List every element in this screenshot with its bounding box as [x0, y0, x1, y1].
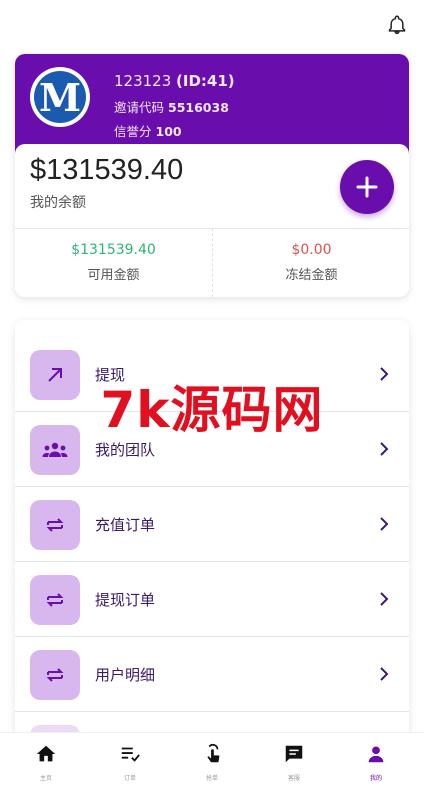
nav-label: 主页 — [39, 775, 52, 782]
frozen-amount: $0.00 — [291, 242, 332, 258]
menu-icon-box — [30, 575, 80, 625]
username: 123123 (ID:41) — [114, 72, 235, 90]
menu-item-label: 用户明细 — [95, 666, 156, 684]
nav-grab-order[interactable]: 抢单 — [170, 743, 254, 782]
nav-label: 抢单 — [205, 775, 218, 782]
nav-home[interactable]: 主页 — [4, 743, 88, 782]
menu-icon-box — [30, 500, 80, 550]
menu-item-label: 充值订单 — [95, 516, 156, 534]
invite-code-label: 邀请代码 — [114, 100, 165, 115]
available-balance: $131539.40 可用金额 — [15, 228, 212, 297]
nav-profile[interactable]: 我的 — [334, 743, 418, 782]
top-bar — [0, 0, 424, 50]
team-icon — [42, 442, 68, 457]
invite-code-row: 邀请代码 5516038 — [114, 97, 229, 116]
profile-card: M 123123 (ID:41) 邀请代码 5516038 信誉分 100 $131… — [15, 54, 409, 297]
bell-icon[interactable] — [387, 14, 407, 36]
watermark: 7k源码网 — [100, 381, 324, 439]
frozen-label: 冻结金额 — [285, 268, 338, 283]
swap-icon — [46, 518, 64, 532]
menu-item-label: 提现订单 — [95, 591, 156, 609]
swap-icon — [46, 593, 64, 607]
credit-score-value: 100 — [155, 124, 182, 139]
balance-label: 我的余额 — [30, 195, 86, 211]
credit-score-label: 信誉分 — [114, 124, 152, 139]
swap-icon — [46, 668, 64, 682]
profile-header: M 123123 (ID:41) 邀请代码 5516038 信誉分 100 — [15, 54, 409, 154]
nav-label: 我的 — [369, 775, 382, 782]
user-id: (ID:41) — [176, 72, 235, 90]
add-funds-button[interactable] — [340, 160, 394, 214]
person-icon — [368, 746, 384, 763]
plus-icon — [356, 176, 378, 198]
home-icon — [36, 745, 56, 762]
bottom-nav: 主页 订单 抢单 客服 我的 — [0, 732, 424, 801]
menu-item-recharge-orders[interactable]: 充值订单 — [15, 486, 409, 562]
available-label: 可用金额 — [87, 268, 140, 283]
username-text: 123123 — [114, 72, 172, 90]
chevron-right-icon — [380, 517, 389, 531]
invite-code-value: 5516038 — [168, 100, 229, 115]
order-list-icon — [121, 747, 140, 762]
menu-icon-box — [30, 650, 80, 700]
menu-item-user-details[interactable]: 用户明细 — [15, 636, 409, 712]
grab-order-icon — [207, 744, 220, 763]
chat-icon — [285, 745, 303, 763]
credit-score-row: 信誉分 100 — [114, 121, 182, 140]
balance-panel: $131539.40 我的余额 $131539.40 可用金额 $0.00 冻结… — [15, 144, 409, 297]
nav-label: 订单 — [123, 775, 136, 782]
nav-orders[interactable]: 订单 — [88, 743, 172, 782]
available-amount: $131539.40 — [71, 242, 156, 258]
nav-support[interactable]: 客服 — [252, 743, 336, 782]
chevron-right-icon — [380, 592, 389, 606]
avatar[interactable]: M — [30, 67, 90, 127]
chevron-right-icon — [380, 442, 389, 456]
balance-amount: $131539.40 — [30, 154, 184, 186]
menu-item-withdraw-orders[interactable]: 提现订单 — [15, 561, 409, 637]
chevron-right-icon — [380, 667, 389, 681]
nav-label: 客服 — [287, 775, 300, 782]
frozen-balance: $0.00 冻结金额 — [212, 228, 409, 297]
avatar-logo: M — [34, 71, 86, 123]
menu-item-label: 我的团队 — [95, 441, 156, 459]
